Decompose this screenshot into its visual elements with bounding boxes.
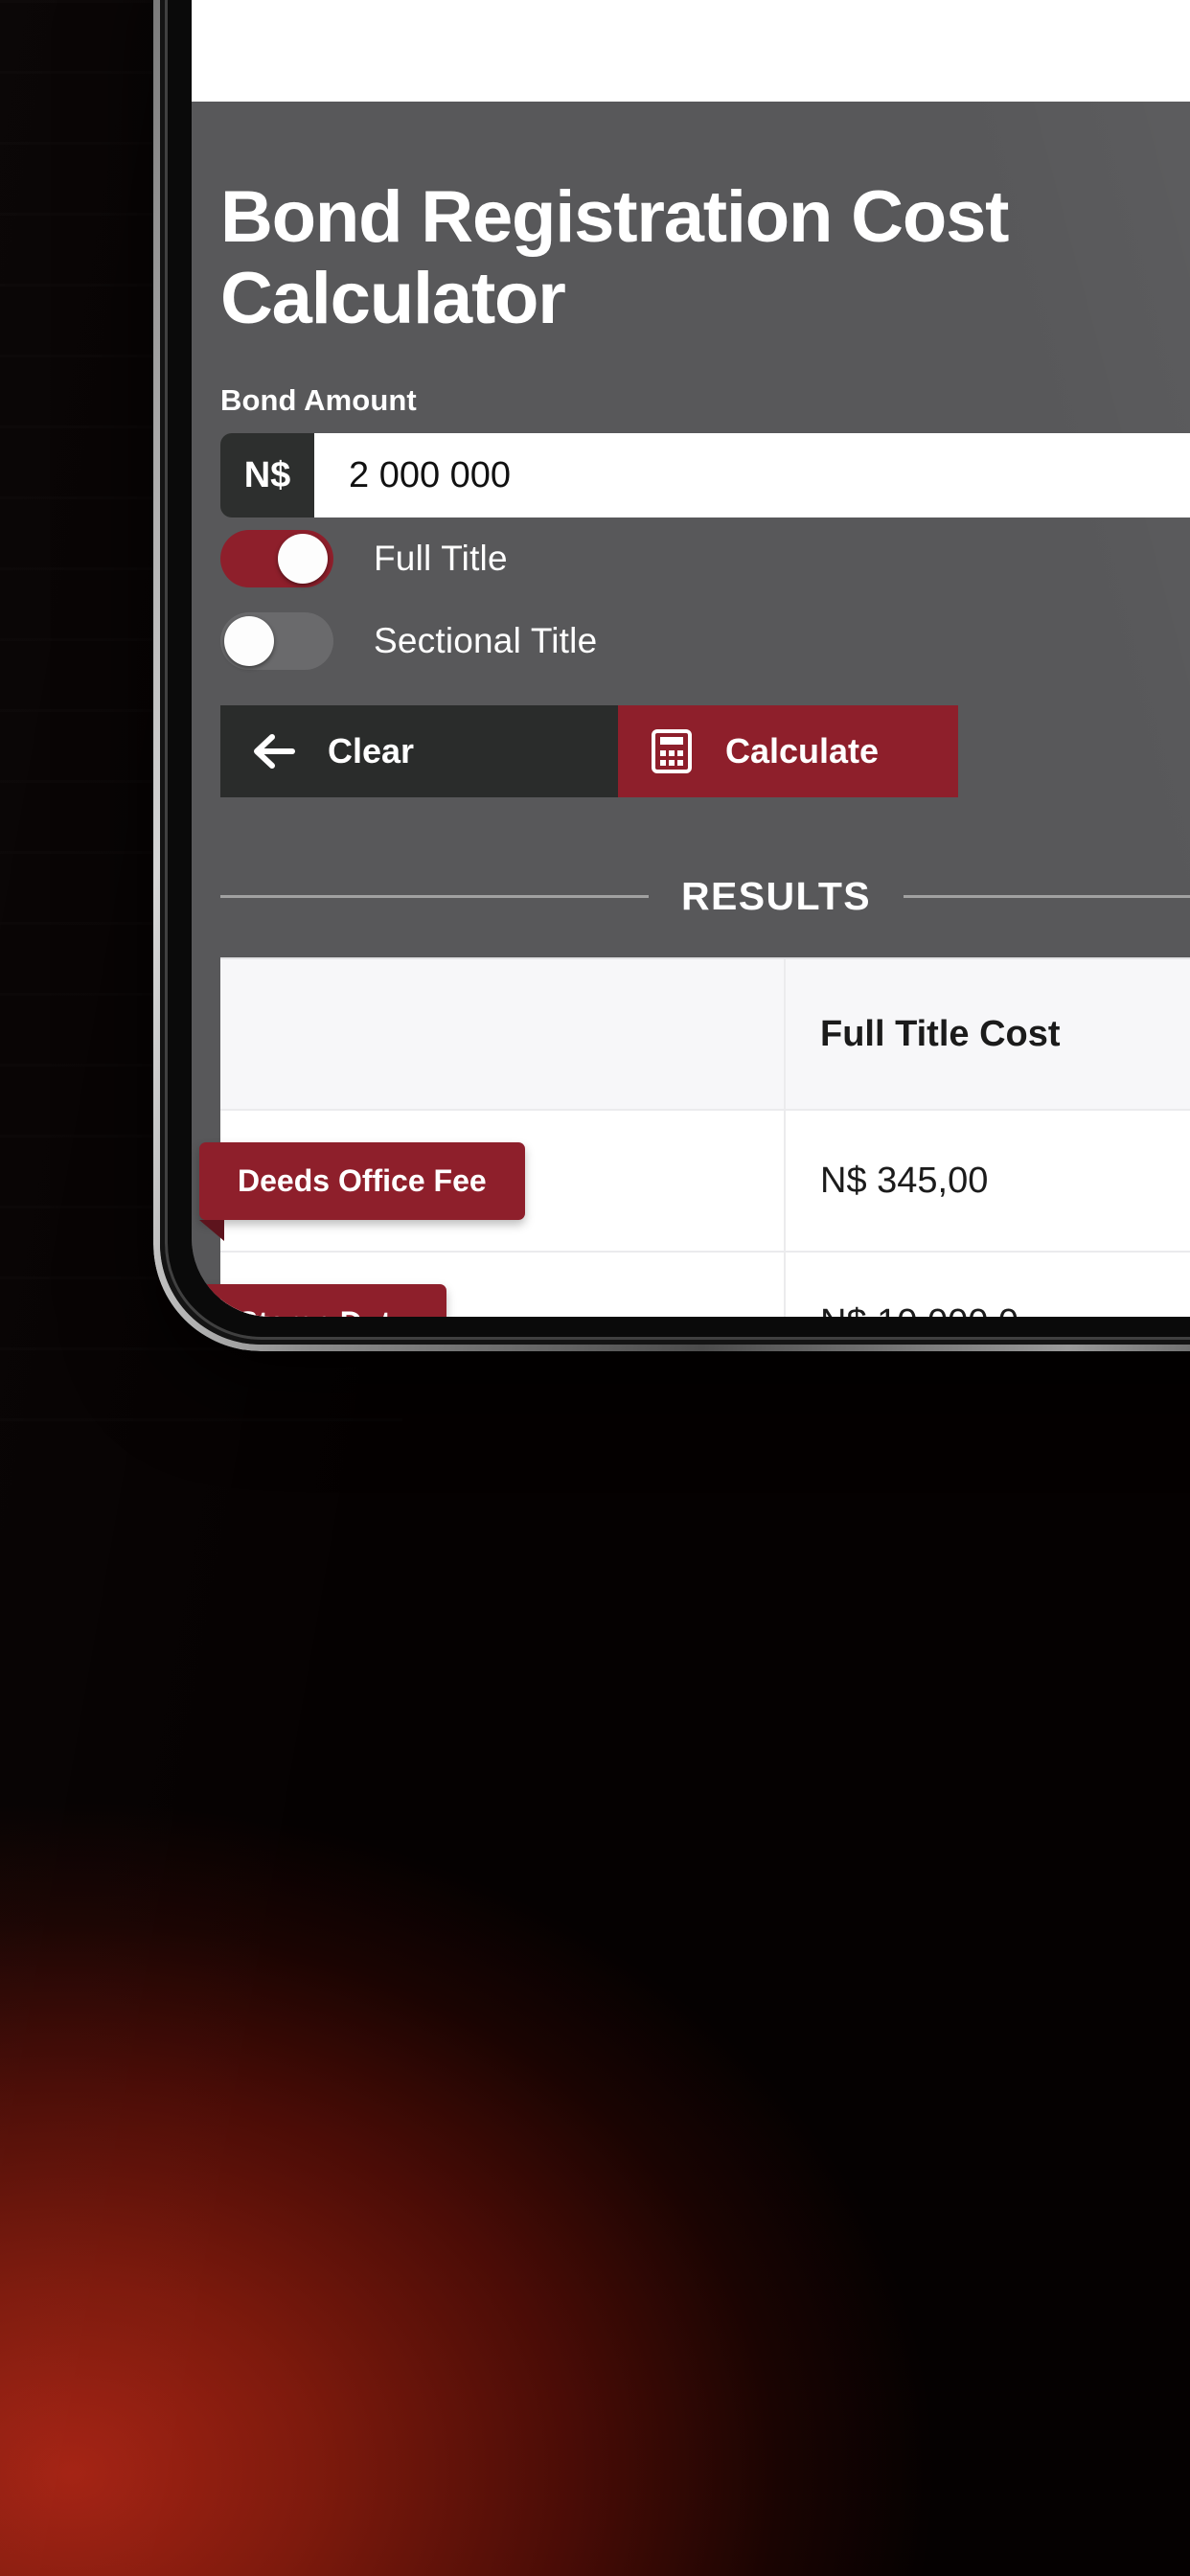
- bond-amount-input[interactable]: 2 000 000: [314, 433, 1190, 518]
- table-row-label-cell: Deeds Office Fee: [199, 1111, 786, 1252]
- full-title-label: Full Title: [374, 539, 508, 579]
- table-header-full-title-cost: Full Title Cost: [820, 1013, 1061, 1054]
- currency-prefix: N$: [220, 433, 314, 518]
- table-row-value: N$ 10 000,0: [786, 1253, 1190, 1317]
- fee-label-ribbon: Stamp Duty: [199, 1283, 446, 1317]
- app-header: Jacobs Amupolo Lawyers & Conveyancers: [192, 0, 1190, 102]
- toggle-knob: [224, 616, 274, 667]
- action-button-bar: Clear Calculate: [220, 705, 958, 798]
- sectional-title-label: Sectional Title: [374, 621, 598, 661]
- calculate-button-label: Calculate: [725, 731, 880, 771]
- calculate-button[interactable]: Calculate: [618, 705, 958, 798]
- page-title: Bond Registration Cost Calculator: [220, 176, 1009, 340]
- table-header-row: Full Title Cost: [220, 959, 1190, 1112]
- arrow-left-icon: [220, 731, 328, 771]
- clear-button-label: Clear: [328, 731, 415, 771]
- results-divider: RESULTS: [192, 874, 1190, 919]
- toggle-row-sectional-title[interactable]: Sectional Title: [220, 600, 1190, 682]
- results-table: Full Title Cost Deeds Office Fee N$ 345,…: [199, 957, 1190, 1317]
- results-divider-label: RESULTS: [680, 874, 872, 919]
- full-title-toggle[interactable]: [220, 530, 333, 588]
- table-row-value: N$ 345,00: [820, 1160, 989, 1201]
- phone-screen: Jacobs Amupolo Lawyers & Conveyancers Bo…: [192, 0, 1190, 1317]
- bond-amount-label: Bond Amount: [220, 383, 417, 418]
- calculator-icon: [618, 728, 725, 775]
- phone-mockup: Jacobs Amupolo Lawyers & Conveyancers Bo…: [153, 0, 1190, 1351]
- divider-line-right: [904, 895, 1190, 899]
- table-header-blank-cell: [220, 959, 786, 1110]
- sectional-title-toggle[interactable]: [220, 612, 333, 671]
- clear-button[interactable]: Clear: [220, 705, 618, 798]
- toggle-row-full-title[interactable]: Full Title: [220, 518, 1190, 600]
- table-row: Deeds Office Fee N$ 345,00: [199, 1111, 1190, 1254]
- toggle-knob: [278, 534, 328, 585]
- divider-line-left: [220, 895, 649, 899]
- table-row-label-cell: Stamp Duty: [199, 1253, 786, 1317]
- table-row: Stamp Duty N$ 10 000,0: [199, 1253, 1190, 1317]
- fee-label-ribbon: Deeds Office Fee: [199, 1141, 525, 1241]
- bond-amount-field[interactable]: N$ 2 000 000: [220, 433, 1190, 518]
- app-body: Bond Registration Cost Calculator Bond A…: [192, 102, 1190, 1317]
